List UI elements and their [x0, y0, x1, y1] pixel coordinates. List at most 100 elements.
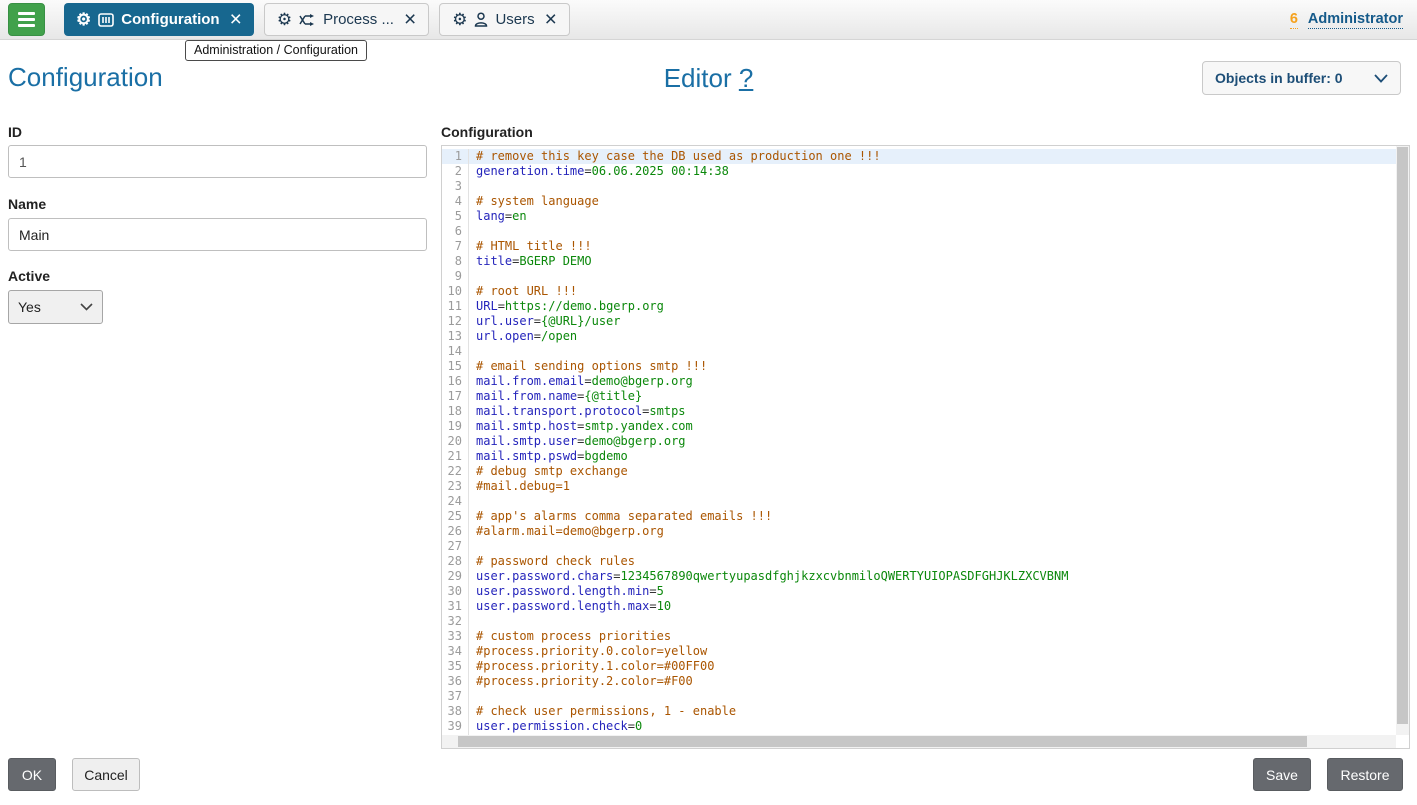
code-line[interactable]: 1# remove this key case the DB used as p… [442, 149, 1409, 164]
code-line[interactable]: 2generation.time=06.06.2025 00:14:38 [442, 164, 1409, 179]
line-number: 38 [442, 704, 469, 719]
code-line[interactable]: 21mail.smtp.pswd=bgdemo [442, 449, 1409, 464]
notification-count-badge[interactable]: 6 [1290, 11, 1298, 29]
id-label: ID [8, 124, 22, 140]
line-number: 20 [442, 434, 469, 449]
line-number: 7 [442, 239, 469, 254]
code-line[interactable]: 22# debug smtp exchange [442, 464, 1409, 479]
code-line[interactable]: 27 [442, 539, 1409, 554]
code-line[interactable]: 6 [442, 224, 1409, 239]
objects-buffer-dropdown[interactable]: Objects in buffer: 0 [1202, 61, 1401, 95]
ok-button[interactable]: OK [8, 758, 56, 791]
code-line[interactable]: 20mail.smtp.user=demo@bgerp.org [442, 434, 1409, 449]
config-code-editor[interactable]: 1# remove this key case the DB used as p… [441, 145, 1410, 749]
line-content: #process.priority.1.color=#00FF00 [469, 659, 714, 674]
code-line[interactable]: 33# custom process priorities [442, 629, 1409, 644]
close-icon[interactable]: × [230, 9, 242, 30]
tab-users[interactable]: ⚙ Users × [439, 3, 570, 36]
line-number: 19 [442, 419, 469, 434]
close-icon[interactable]: × [404, 9, 416, 30]
code-line[interactable]: 5lang=en [442, 209, 1409, 224]
line-number: 2 [442, 164, 469, 179]
sliders-icon [98, 13, 114, 27]
cancel-button[interactable]: Cancel [72, 758, 140, 791]
code-line[interactable]: 7# HTML title !!! [442, 239, 1409, 254]
code-line[interactable]: 12url.user={@URL}/user [442, 314, 1409, 329]
line-number: 22 [442, 464, 469, 479]
active-select[interactable]: Yes [8, 290, 103, 324]
line-content [469, 224, 476, 239]
horizontal-scrollbar[interactable] [442, 735, 1396, 748]
name-label: Name [8, 196, 46, 212]
tab-configuration[interactable]: ⚙ Configuration × [64, 3, 254, 36]
code-line[interactable]: 26#alarm.mail=demo@bgerp.org [442, 524, 1409, 539]
line-content: mail.smtp.host=smtp.yandex.com [469, 419, 693, 434]
code-line[interactable]: 4# system language [442, 194, 1409, 209]
gear-icon: ⚙ [452, 11, 467, 28]
code-lines: 1# remove this key case the DB used as p… [442, 149, 1409, 749]
id-input[interactable] [8, 145, 427, 178]
code-line[interactable]: 15# email sending options smtp !!! [442, 359, 1409, 374]
code-line[interactable]: 31user.password.length.max=10 [442, 599, 1409, 614]
save-button[interactable]: Save [1253, 758, 1311, 791]
line-number: 33 [442, 629, 469, 644]
top-tab-bar: ⚙ Configuration × ⚙ Process ... × ⚙ User… [0, 0, 1417, 40]
code-line[interactable]: 18mail.transport.protocol=smtps [442, 404, 1409, 419]
user-area: 6 Administrator [1290, 11, 1403, 29]
editor-section-label: Configuration [441, 124, 533, 140]
line-content: # app's alarms comma separated emails !!… [469, 509, 772, 524]
code-line[interactable]: 39user.permission.check=0 [442, 719, 1409, 734]
line-content: generation.time=06.06.2025 00:14:38 [469, 164, 729, 179]
tab-tooltip: Administration / Configuration [185, 40, 367, 61]
line-number: 13 [442, 329, 469, 344]
line-number: 17 [442, 389, 469, 404]
current-user-link[interactable]: Administrator [1308, 11, 1403, 29]
line-number: 39 [442, 719, 469, 734]
line-content: url.user={@URL}/user [469, 314, 621, 329]
main-menu-button[interactable] [8, 3, 45, 36]
code-line[interactable]: 38# check user permissions, 1 - enable [442, 704, 1409, 719]
code-line[interactable]: 34#process.priority.0.color=yellow [442, 644, 1409, 659]
line-number: 28 [442, 554, 469, 569]
name-input[interactable] [8, 218, 427, 251]
code-line[interactable]: 25# app's alarms comma separated emails … [442, 509, 1409, 524]
vertical-scrollbar-thumb[interactable] [1397, 147, 1408, 724]
line-content: # root URL !!! [469, 284, 577, 299]
line-number: 15 [442, 359, 469, 374]
line-number: 21 [442, 449, 469, 464]
code-line[interactable]: 11URL=https://demo.bgerp.org [442, 299, 1409, 314]
vertical-scrollbar[interactable] [1396, 146, 1409, 735]
code-line[interactable]: 10# root URL !!! [442, 284, 1409, 299]
horizontal-scrollbar-thumb[interactable] [458, 736, 1307, 747]
code-line[interactable]: 3 [442, 179, 1409, 194]
active-select-value: Yes [18, 299, 41, 315]
code-line[interactable]: 28# password check rules [442, 554, 1409, 569]
code-line[interactable]: 19mail.smtp.host=smtp.yandex.com [442, 419, 1409, 434]
line-content: user.password.length.max=10 [469, 599, 671, 614]
close-icon[interactable]: × [545, 9, 557, 30]
line-content [469, 494, 476, 509]
restore-button[interactable]: Restore [1327, 758, 1403, 791]
code-line[interactable]: 23#mail.debug=1 [442, 479, 1409, 494]
code-line[interactable]: 35#process.priority.1.color=#00FF00 [442, 659, 1409, 674]
tab-process[interactable]: ⚙ Process ... × [264, 3, 429, 36]
code-line[interactable]: 13url.open=/open [442, 329, 1409, 344]
code-line[interactable]: 30user.password.length.min=5 [442, 584, 1409, 599]
code-line[interactable]: 17mail.from.name={@title} [442, 389, 1409, 404]
code-line[interactable]: 16mail.from.email=demo@bgerp.org [442, 374, 1409, 389]
code-line[interactable]: 24 [442, 494, 1409, 509]
code-line[interactable]: 37 [442, 689, 1409, 704]
line-content: lang=en [469, 209, 527, 224]
line-number: 14 [442, 344, 469, 359]
code-line[interactable]: 36#process.priority.2.color=#F00 [442, 674, 1409, 689]
code-line[interactable]: 8title=BGERP DEMO [442, 254, 1409, 269]
code-line[interactable]: 14 [442, 344, 1409, 359]
code-line[interactable]: 29user.password.chars=1234567890qwertyup… [442, 569, 1409, 584]
line-number: 36 [442, 674, 469, 689]
help-link[interactable]: ? [739, 63, 753, 93]
line-number: 29 [442, 569, 469, 584]
tab-label: Configuration [121, 11, 219, 28]
gear-icon: ⚙ [277, 11, 292, 28]
code-line[interactable]: 9 [442, 269, 1409, 284]
code-line[interactable]: 32 [442, 614, 1409, 629]
